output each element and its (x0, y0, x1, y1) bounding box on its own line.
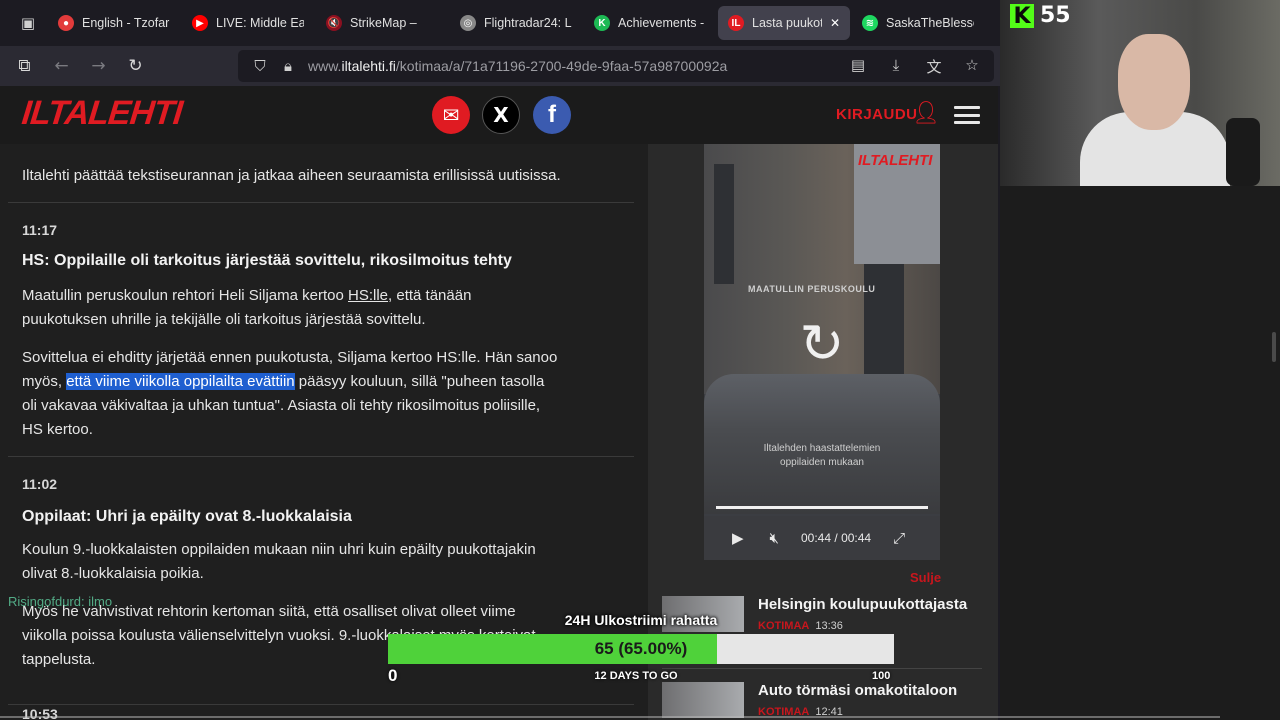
entry-paragraph: Koulun 9.-luokkalaisten oppilaiden mukaa… (22, 541, 536, 582)
lock-icon[interactable]: 🔒︎ (274, 57, 302, 75)
menu-icon[interactable] (954, 106, 980, 124)
webcam-person (1118, 34, 1190, 130)
user-icon[interactable]: 👤︎ (912, 101, 940, 127)
tab-favicon-icon: ▶ (192, 15, 208, 31)
tab-favicon-icon: ◎ (460, 15, 476, 31)
chat-message-ghost: Risingofdurd: ilmo (8, 594, 113, 609)
video-frame (714, 164, 734, 284)
tab-label: Lasta puukot (752, 16, 822, 30)
tab-list: ● English - Tzofar ▶ LIVE: Middle Eas 🔇 Strik… (48, 6, 984, 40)
divider (0, 716, 1220, 718)
feed-closing-text: Iltalehti päättää tekstiseurannan ja jat… (22, 167, 561, 184)
scrollbar[interactable] (1272, 332, 1276, 362)
iltalehti-logo[interactable]: ILTALEHTI (20, 94, 184, 133)
navigation-bar: ⧉ ← → ↻ ⛉ 🔒︎ www.iltalehti.fi/kotimaa/a/… (0, 46, 1000, 86)
shield-icon[interactable]: ⛉ (246, 57, 274, 75)
goal-progress-label: 65 (65.00%) (594, 639, 688, 658)
microphone-icon (1226, 118, 1260, 186)
save-page-icon[interactable]: ⤓ (882, 56, 910, 77)
divider (8, 704, 634, 705)
entry-headline: Oppilaat: Uhri ja epäilty ovat 8.-luokka… (22, 508, 352, 525)
browser-tab[interactable]: ● English - Tzofar (48, 6, 180, 40)
tab-label: StrikeMap – (350, 16, 417, 30)
video-progress-bar[interactable] (716, 506, 928, 509)
browser-tab[interactable]: IL Lasta puukot ✕ (718, 6, 850, 40)
stream-background (1000, 186, 1280, 720)
url-text[interactable]: www.iltalehti.fi/kotimaa/a/71a71196-2700… (308, 58, 844, 74)
tab-label: English - Tzofar (82, 16, 170, 30)
browser-tab[interactable]: K Achievements - (584, 6, 716, 40)
entry-time: 11:02 (22, 476, 58, 492)
video-logo: ILTALEHTI (858, 152, 933, 169)
forward-button[interactable]: → (80, 46, 117, 86)
back-button[interactable]: ← (43, 46, 80, 86)
tab-label: LIVE: Middle Eas (216, 16, 304, 30)
browser-tab[interactable]: 🔇 StrikeMap – (316, 6, 448, 40)
video-frame (864, 264, 904, 374)
video-controls: ▶ 🔇︎ 00:44 / 00:44 ⤢ (704, 516, 940, 560)
facebook-share-icon[interactable]: f (533, 96, 571, 134)
kick-logo-icon: K (1010, 4, 1034, 29)
mute-icon[interactable]: 🔇︎ (770, 529, 779, 547)
tab-label: SaskaTheBlesse (886, 16, 974, 30)
goal-max: 100 (872, 670, 891, 682)
replay-icon[interactable]: ↻ (792, 314, 852, 374)
fullscreen-icon[interactable]: ⤢ (893, 529, 905, 547)
email-share-icon[interactable]: ✉ (432, 96, 470, 134)
sidebar-toggle-icon[interactable]: ⧉ (6, 46, 43, 86)
viewer-count: 55 (1040, 3, 1071, 28)
video-school-sign: MAATULLIN PERUSKOULU (748, 284, 876, 294)
video-player[interactable]: MAATULLIN PERUSKOULU ILTALEHTI Iltalehde… (704, 144, 940, 560)
video-time: 00:44 / 00:44 (801, 531, 872, 545)
play-icon[interactable]: ▶ (732, 529, 744, 547)
browser-tab[interactable]: ◎ Flightradar24: Li (450, 6, 582, 40)
tab-overview-icon[interactable]: ▣ (8, 0, 48, 46)
reader-view-icon[interactable]: ▤ (844, 56, 872, 77)
goal-days-remaining: 12 DAYS TO GO (594, 670, 678, 682)
browser-tab[interactable]: ▶ LIVE: Middle Eas (182, 6, 314, 40)
address-bar[interactable]: ⛉ 🔒︎ www.iltalehti.fi/kotimaa/a/71a71196… (238, 50, 994, 82)
x-share-icon[interactable]: X (482, 96, 520, 134)
entry-time: 11:17 (22, 222, 58, 238)
entry-headline: HS: Oppilaille oli tarkoitus järjestää s… (22, 252, 512, 269)
reload-button[interactable]: ↻ (117, 46, 154, 86)
tab-favicon-icon: IL (728, 15, 744, 31)
tab-strip: ▣ ● English - Tzofar ▶ LIVE: Middle Eas 🔇 Str… (0, 0, 1000, 46)
news-title[interactable]: Helsingin koulupuukottajasta (758, 596, 967, 613)
tab-favicon-icon: 🔇 (326, 15, 342, 31)
tab-close-icon[interactable]: ✕ (830, 16, 840, 30)
browser-tab[interactable]: ≋ SaskaTheBlesse (852, 6, 984, 40)
hs-link[interactable]: HS:lle (348, 287, 388, 304)
tab-label: Flightradar24: Li (484, 16, 572, 30)
tab-label: Achievements - (618, 16, 705, 30)
site-header: ILTALEHTI ✉ X f KIRJAUDU 👤︎ (0, 86, 998, 144)
goal-progress-bar: 65 (65.00%) (388, 634, 894, 664)
divider (8, 202, 634, 203)
selected-text[interactable]: että viime viikolla oppilailta evättiin (66, 373, 295, 390)
divider (8, 456, 634, 457)
video-caption: Iltalehden haastattelemien oppilaiden muk… (763, 443, 881, 468)
tab-favicon-icon: K (594, 15, 610, 31)
goal-title: 24H Ulkostriimi rahatta (564, 612, 718, 628)
donation-goal: 24H Ulkostriimi rahatta 65 (65.00%) 0 12… (386, 612, 896, 692)
login-link[interactable]: KIRJAUDU (836, 106, 918, 123)
entry-paragraph: Sovittelua ei ehditty järjetää ennen puu… (22, 349, 558, 438)
tab-favicon-icon: ≋ (862, 15, 878, 31)
entry-paragraph: Maatullin peruskoulun rehtori Heli Silja… (22, 287, 472, 328)
bookmark-star-icon[interactable]: ☆ (958, 56, 986, 77)
translate-icon[interactable]: 文 (920, 56, 948, 77)
close-link[interactable]: Sulje (910, 570, 941, 585)
tab-favicon-icon: ● (58, 15, 74, 31)
